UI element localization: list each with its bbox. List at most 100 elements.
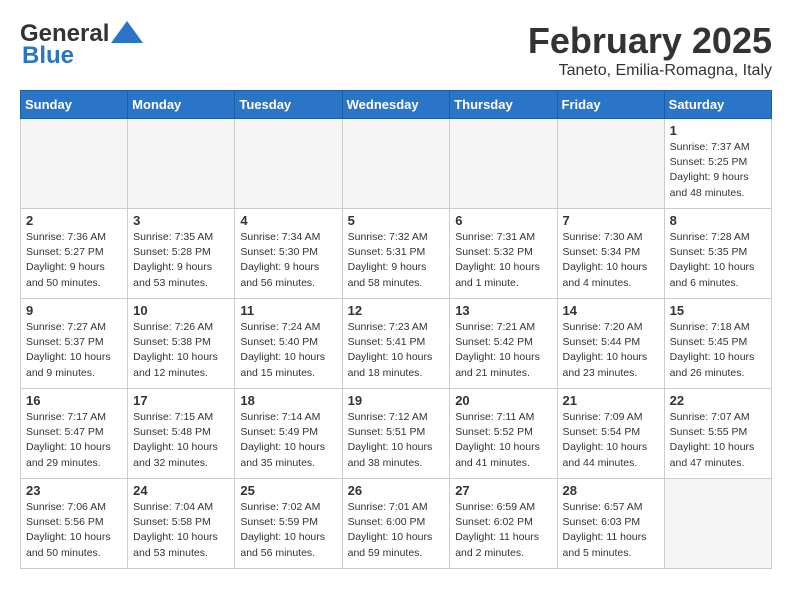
calendar-cell: 13 Sunrise: 7:21 AM Sunset: 5:42 PM Dayli… <box>450 299 557 389</box>
day-number: 3 <box>133 213 229 228</box>
week-row-4: 16Sunrise: 7:17 AM Sunset: 5:47 PM Dayli… <box>21 389 772 479</box>
calendar-cell: 23 Sunrise: 7:06 AM Sunset: 5:56 PM Dayli… <box>21 479 128 569</box>
day-number: 28 <box>563 483 659 498</box>
day-number: 18 <box>240 393 336 408</box>
weekday-header-sunday: Sunday <box>21 91 128 119</box>
day-number: 8 <box>670 213 766 228</box>
calendar-cell: 25 Sunrise: 7:02 AM Sunset: 5:59 PM Dayli… <box>235 479 342 569</box>
day-info: Sunrise: 7:30 AM Sunset: 5:34 PM Dayligh… <box>563 230 659 291</box>
calendar-cell: 20Sunrise: 7:11 AM Sunset: 5:52 PM Dayli… <box>450 389 557 479</box>
day-info: Sunrise: 7:20 AM Sunset: 5:44 PM Dayligh… <box>563 320 659 381</box>
day-info: Sunrise: 7:35 AM Sunset: 5:28 PM Dayligh… <box>133 230 229 291</box>
calendar-cell: 5 Sunrise: 7:32 AM Sunset: 5:31 PM Daylig… <box>342 209 450 299</box>
calendar-cell: 12Sunrise: 7:23 AM Sunset: 5:41 PM Dayli… <box>342 299 450 389</box>
day-number: 25 <box>240 483 336 498</box>
day-info: Sunrise: 7:04 AM Sunset: 5:58 PM Dayligh… <box>133 500 229 561</box>
calendar-cell: 1 Sunrise: 7:37 AM Sunset: 5:25 PM Daylig… <box>664 119 771 209</box>
weekday-header-saturday: Saturday <box>664 91 771 119</box>
logo-icon <box>111 21 143 43</box>
day-info: Sunrise: 7:14 AM Sunset: 5:49 PM Dayligh… <box>240 410 336 471</box>
day-info: Sunrise: 7:18 AM Sunset: 5:45 PM Dayligh… <box>670 320 766 381</box>
month-title: February 2025 <box>528 20 772 62</box>
calendar-cell: 11 Sunrise: 7:24 AM Sunset: 5:40 PM Dayli… <box>235 299 342 389</box>
week-row-5: 23 Sunrise: 7:06 AM Sunset: 5:56 PM Dayli… <box>21 479 772 569</box>
day-number: 26 <box>348 483 445 498</box>
day-info: Sunrise: 7:36 AM Sunset: 5:27 PM Dayligh… <box>26 230 122 291</box>
calendar-cell: 19 Sunrise: 7:12 AM Sunset: 5:51 PM Dayli… <box>342 389 450 479</box>
calendar-cell: 22 Sunrise: 7:07 AM Sunset: 5:55 PM Dayli… <box>664 389 771 479</box>
day-number: 11 <box>240 303 336 318</box>
day-number: 14 <box>563 303 659 318</box>
calendar-cell <box>664 479 771 569</box>
day-number: 22 <box>670 393 766 408</box>
day-info: Sunrise: 7:31 AM Sunset: 5:32 PM Dayligh… <box>455 230 551 291</box>
day-info: Sunrise: 7:09 AM Sunset: 5:54 PM Dayligh… <box>563 410 659 471</box>
calendar-cell <box>342 119 450 209</box>
calendar-cell <box>450 119 557 209</box>
calendar-cell: 24 Sunrise: 7:04 AM Sunset: 5:58 PM Dayli… <box>128 479 235 569</box>
day-info: Sunrise: 7:21 AM Sunset: 5:42 PM Dayligh… <box>455 320 551 381</box>
day-number: 17 <box>133 393 229 408</box>
calendar-cell: 4 Sunrise: 7:34 AM Sunset: 5:30 PM Daylig… <box>235 209 342 299</box>
day-number: 23 <box>26 483 122 498</box>
weekday-header-monday: Monday <box>128 91 235 119</box>
calendar-cell: 9 Sunrise: 7:27 AM Sunset: 5:37 PM Daylig… <box>21 299 128 389</box>
day-info: Sunrise: 7:12 AM Sunset: 5:51 PM Dayligh… <box>348 410 445 471</box>
day-info: Sunrise: 7:06 AM Sunset: 5:56 PM Dayligh… <box>26 500 122 561</box>
title-block: February 2025 Taneto, Emilia-Romagna, It… <box>528 20 772 80</box>
location: Taneto, Emilia-Romagna, Italy <box>528 62 772 80</box>
calendar-cell <box>235 119 342 209</box>
week-row-2: 2 Sunrise: 7:36 AM Sunset: 5:27 PM Daylig… <box>21 209 772 299</box>
calendar-cell: 28 Sunrise: 6:57 AM Sunset: 6:03 PM Dayli… <box>557 479 664 569</box>
weekday-header-row: SundayMondayTuesdayWednesdayThursdayFrid… <box>21 91 772 119</box>
day-info: Sunrise: 7:02 AM Sunset: 5:59 PM Dayligh… <box>240 500 336 561</box>
day-number: 6 <box>455 213 551 228</box>
calendar-cell: 8Sunrise: 7:28 AM Sunset: 5:35 PM Daylig… <box>664 209 771 299</box>
day-info: Sunrise: 7:26 AM Sunset: 5:38 PM Dayligh… <box>133 320 229 381</box>
calendar-cell: 18 Sunrise: 7:14 AM Sunset: 5:49 PM Dayli… <box>235 389 342 479</box>
calendar-cell: 3 Sunrise: 7:35 AM Sunset: 5:28 PM Daylig… <box>128 209 235 299</box>
day-info: Sunrise: 7:34 AM Sunset: 5:30 PM Dayligh… <box>240 230 336 291</box>
logo: General Blue <box>20 20 143 70</box>
day-info: Sunrise: 7:15 AM Sunset: 5:48 PM Dayligh… <box>133 410 229 471</box>
day-number: 13 <box>455 303 551 318</box>
week-row-1: 1 Sunrise: 7:37 AM Sunset: 5:25 PM Daylig… <box>21 119 772 209</box>
day-info: Sunrise: 7:24 AM Sunset: 5:40 PM Dayligh… <box>240 320 336 381</box>
day-info: Sunrise: 7:23 AM Sunset: 5:41 PM Dayligh… <box>348 320 445 381</box>
day-number: 9 <box>26 303 122 318</box>
day-info: Sunrise: 7:07 AM Sunset: 5:55 PM Dayligh… <box>670 410 766 471</box>
day-info: Sunrise: 6:57 AM Sunset: 6:03 PM Dayligh… <box>563 500 659 561</box>
calendar-cell: 27Sunrise: 6:59 AM Sunset: 6:02 PM Dayli… <box>450 479 557 569</box>
day-info: Sunrise: 7:37 AM Sunset: 5:25 PM Dayligh… <box>670 140 766 201</box>
day-number: 1 <box>670 123 766 138</box>
weekday-header-tuesday: Tuesday <box>235 91 342 119</box>
day-number: 4 <box>240 213 336 228</box>
calendar-cell: 10Sunrise: 7:26 AM Sunset: 5:38 PM Dayli… <box>128 299 235 389</box>
calendar-cell: 15Sunrise: 7:18 AM Sunset: 5:45 PM Dayli… <box>664 299 771 389</box>
weekday-header-wednesday: Wednesday <box>342 91 450 119</box>
calendar-cell: 17 Sunrise: 7:15 AM Sunset: 5:48 PM Dayli… <box>128 389 235 479</box>
day-number: 2 <box>26 213 122 228</box>
weekday-header-friday: Friday <box>557 91 664 119</box>
day-number: 21 <box>563 393 659 408</box>
calendar-cell: 16Sunrise: 7:17 AM Sunset: 5:47 PM Dayli… <box>21 389 128 479</box>
day-number: 7 <box>563 213 659 228</box>
day-info: Sunrise: 7:27 AM Sunset: 5:37 PM Dayligh… <box>26 320 122 381</box>
day-info: Sunrise: 7:11 AM Sunset: 5:52 PM Dayligh… <box>455 410 551 471</box>
week-row-3: 9 Sunrise: 7:27 AM Sunset: 5:37 PM Daylig… <box>21 299 772 389</box>
day-number: 19 <box>348 393 445 408</box>
calendar-cell <box>128 119 235 209</box>
calendar-cell: 14 Sunrise: 7:20 AM Sunset: 5:44 PM Dayli… <box>557 299 664 389</box>
day-number: 16 <box>26 393 122 408</box>
calendar-cell: 26 Sunrise: 7:01 AM Sunset: 6:00 PM Dayli… <box>342 479 450 569</box>
calendar-cell: 6 Sunrise: 7:31 AM Sunset: 5:32 PM Daylig… <box>450 209 557 299</box>
page-header: General Blue February 2025 Taneto, Emili… <box>20 20 772 80</box>
calendar-cell: 7 Sunrise: 7:30 AM Sunset: 5:34 PM Daylig… <box>557 209 664 299</box>
day-number: 24 <box>133 483 229 498</box>
calendar-table: SundayMondayTuesdayWednesdayThursdayFrid… <box>20 90 772 569</box>
weekday-header-thursday: Thursday <box>450 91 557 119</box>
day-info: Sunrise: 7:32 AM Sunset: 5:31 PM Dayligh… <box>348 230 445 291</box>
day-number: 5 <box>348 213 445 228</box>
day-info: Sunrise: 7:01 AM Sunset: 6:00 PM Dayligh… <box>348 500 445 561</box>
calendar-cell <box>21 119 128 209</box>
